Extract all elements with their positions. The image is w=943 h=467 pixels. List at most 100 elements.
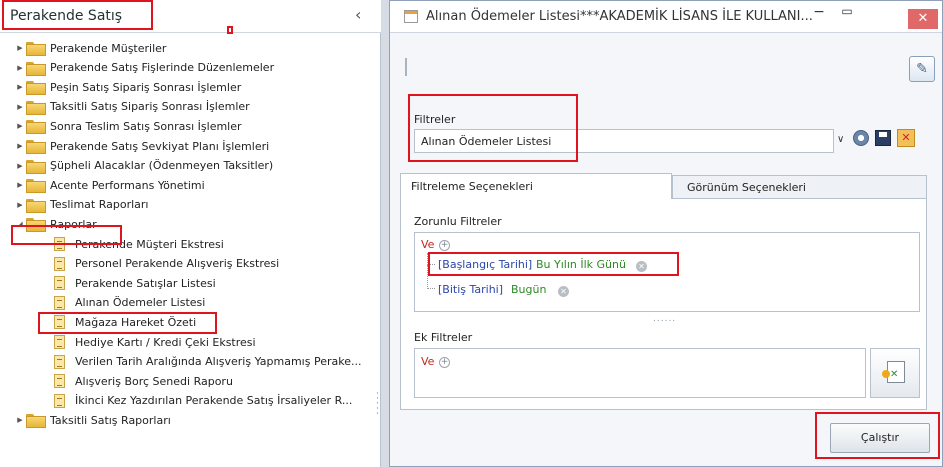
tree-item-label: Alınan Ödemeler Listesi bbox=[75, 296, 206, 310]
tree-connector bbox=[427, 265, 435, 289]
tree-report-item[interactable]: Alınan Ödemeler Listesi bbox=[54, 293, 205, 313]
required-filters-label: Zorunlu Filtreler bbox=[414, 215, 502, 228]
extra-filters-box: Ve + bbox=[414, 348, 866, 398]
title-bar[interactable]: Alınan Ödemeler Listesi***AKADEMİK LİSAN… bbox=[390, 1, 942, 33]
report-icon bbox=[54, 354, 65, 369]
tree-folder-item[interactable]: ◢ Raporlar bbox=[14, 214, 97, 234]
clear-filter-icon[interactable]: ✕ bbox=[897, 129, 915, 147]
tree-item-label: Perakende Müşteriler bbox=[50, 41, 167, 55]
toolbar-separator bbox=[405, 58, 407, 76]
tree-folder-item[interactable]: ▶ Taksitli Satış Sipariş Sonrası İşlemler bbox=[14, 97, 250, 117]
filter-select[interactable]: Alınan Ödemeler Listesi bbox=[414, 129, 834, 153]
maximize-icon[interactable]: ▭ bbox=[836, 4, 858, 26]
folder-icon bbox=[26, 218, 46, 233]
tab-view-options[interactable]: Görünüm Seçenekleri bbox=[672, 175, 927, 199]
panel-title: Perakende Satış bbox=[10, 8, 123, 24]
folder-icon bbox=[26, 198, 46, 213]
tree-item-label: Peşin Satış Sipariş Sonrası İşlemler bbox=[50, 80, 242, 94]
tree-folder-item[interactable]: ▶ Teslimat Raporları bbox=[14, 195, 148, 215]
expand-right-icon[interactable]: ▶ bbox=[14, 416, 26, 424]
remove-condition-icon[interactable]: ✕ bbox=[558, 286, 569, 297]
condition-value[interactable]: Bu Yılın İlk Günü bbox=[536, 258, 626, 271]
report-dialog: Alınan Ödemeler Listesi***AKADEMİK LİSAN… bbox=[389, 0, 943, 467]
run-button[interactable]: Çalıştır bbox=[830, 423, 930, 453]
save-icon[interactable] bbox=[875, 130, 891, 146]
condition-value[interactable]: Bugün bbox=[511, 283, 546, 296]
operator-label[interactable]: Ve bbox=[421, 238, 434, 251]
tree-report-item[interactable]: Mağaza Hareket Özeti bbox=[54, 312, 196, 332]
tree-folder-item[interactable]: ▶ Perakende Müşteriler bbox=[14, 38, 166, 58]
tree-connector bbox=[427, 253, 435, 265]
expand-right-icon[interactable]: ▶ bbox=[14, 44, 26, 52]
tree-report-item[interactable]: Perakende Satışlar Listesi bbox=[54, 273, 216, 293]
report-icon bbox=[54, 315, 65, 330]
tree-report-item[interactable]: Alışveriş Borç Senedi Raporu bbox=[54, 371, 233, 391]
tab-label: Görünüm Seçenekleri bbox=[687, 181, 806, 194]
folder-icon bbox=[26, 159, 46, 174]
tree-item-label: Perakende Satışlar Listesi bbox=[75, 276, 216, 290]
folder-icon bbox=[26, 140, 46, 154]
report-icon bbox=[54, 256, 65, 271]
expand-right-icon[interactable]: ▶ bbox=[14, 122, 26, 130]
expand-right-icon[interactable]: ▶ bbox=[14, 162, 26, 170]
expand-right-icon[interactable]: ▶ bbox=[14, 181, 26, 189]
tree-folder-item[interactable]: ▶ Taksitli Satış Raporları bbox=[14, 410, 171, 430]
panel-splitter[interactable]: · · · · · bbox=[376, 390, 380, 419]
tree-folder-item[interactable]: ▶ Sonra Teslim Satış Sonrası İşlemler bbox=[14, 116, 242, 136]
tree-item-label: Mağaza Hareket Özeti bbox=[75, 315, 197, 329]
tool-icon[interactable]: ✎ bbox=[909, 56, 935, 82]
tab-filter-options[interactable]: Filtreleme Seçenekleri bbox=[400, 173, 672, 199]
tree-item-label: Personel Perakende Alışveriş Ekstresi bbox=[75, 257, 280, 271]
folder-icon bbox=[26, 42, 46, 56]
tree-folder-item[interactable]: ▶ Perakende Satış Fişlerinde Düzenlemeler bbox=[14, 58, 274, 78]
tree-item-label: İkinci Kez Yazdırılan Perakende Satış İr… bbox=[75, 394, 353, 408]
minimize-icon[interactable]: − bbox=[808, 4, 830, 26]
expand-down-icon[interactable]: ◢ bbox=[14, 220, 26, 228]
resize-grip[interactable]: ...... bbox=[653, 314, 676, 324]
tree-item-label: Taksitli Satış Raporları bbox=[50, 413, 171, 427]
expand-right-icon[interactable]: ▶ bbox=[14, 64, 26, 72]
tree-report-item[interactable]: Personel Perakende Alışveriş Ekstresi bbox=[54, 254, 279, 274]
add-condition-icon[interactable]: + bbox=[439, 240, 450, 251]
close-icon[interactable]: ✕ bbox=[908, 9, 938, 29]
export-excel-icon bbox=[882, 361, 905, 383]
tree-folder-item[interactable]: ▶ Acente Performans Yönetimi bbox=[14, 175, 205, 195]
tree-folder-item[interactable]: ▶ Şüpheli Alacaklar (Ödenmeyen Taksitler) bbox=[14, 156, 273, 176]
report-icon bbox=[54, 237, 65, 251]
tree-report-item[interactable]: Perakende Müşteri Ekstresi bbox=[54, 234, 224, 254]
condition-field[interactable]: [Bitiş Tarihi] bbox=[438, 283, 503, 296]
window-title: Alınan Ödemeler Listesi***AKADEMİK LİSAN… bbox=[426, 9, 813, 24]
remove-condition-icon[interactable]: ✕ bbox=[636, 261, 647, 272]
folder-icon bbox=[26, 179, 46, 194]
report-icon bbox=[54, 276, 65, 291]
tree-item-label: Verilen Tarih Aralığında Alışveriş Yapma… bbox=[75, 355, 362, 369]
tree-folder-item[interactable]: ▶ Peşin Satış Sipariş Sonrası İşlemler bbox=[14, 77, 241, 97]
report-icon bbox=[54, 393, 65, 408]
export-button[interactable] bbox=[870, 348, 920, 398]
required-filters-box: Ve + [Başlangıç Tarihi] Bu Yılın İlk Gün… bbox=[414, 232, 920, 312]
tree-item-label: Taksitli Satış Sipariş Sonrası İşlemler bbox=[50, 100, 250, 114]
filters-label: Filtreler bbox=[414, 113, 456, 126]
collapse-icon[interactable]: ‹ bbox=[355, 5, 361, 24]
tree-item-label: Raporlar bbox=[50, 217, 97, 231]
report-icon bbox=[54, 374, 65, 389]
tree-report-item[interactable]: Hediye Kartı / Kredi Çeki Ekstresi bbox=[54, 332, 256, 352]
settings-icon[interactable] bbox=[853, 130, 869, 146]
tree-report-item[interactable]: İkinci Kez Yazdırılan Perakende Satış İr… bbox=[54, 391, 352, 411]
tree-report-item[interactable]: Verilen Tarih Aralığında Alışveriş Yapma… bbox=[54, 352, 361, 372]
tree-item-label: Perakende Satış Sevkiyat Planı İşlemleri bbox=[50, 139, 270, 153]
expand-right-icon[interactable]: ▶ bbox=[14, 201, 26, 209]
filter-select-value: Alınan Ödemeler Listesi bbox=[421, 135, 552, 148]
chevron-down-icon[interactable]: ∨ bbox=[837, 134, 844, 145]
operator-label[interactable]: Ve bbox=[421, 355, 434, 368]
tree-item-label: Teslimat Raporları bbox=[50, 198, 149, 212]
add-condition-icon[interactable]: + bbox=[439, 357, 450, 368]
tree-item-label: Hediye Kartı / Kredi Çeki Ekstresi bbox=[75, 335, 256, 349]
highlight-marker bbox=[227, 26, 233, 34]
tree-folder-item[interactable]: ▶ Perakende Satış Sevkiyat Planı İşlemler… bbox=[14, 136, 269, 156]
expand-right-icon[interactable]: ▶ bbox=[14, 83, 26, 91]
report-icon bbox=[54, 335, 65, 349]
expand-right-icon[interactable]: ▶ bbox=[14, 142, 26, 150]
expand-right-icon[interactable]: ▶ bbox=[14, 103, 26, 111]
condition-field[interactable]: [Başlangıç Tarihi] bbox=[438, 258, 532, 271]
